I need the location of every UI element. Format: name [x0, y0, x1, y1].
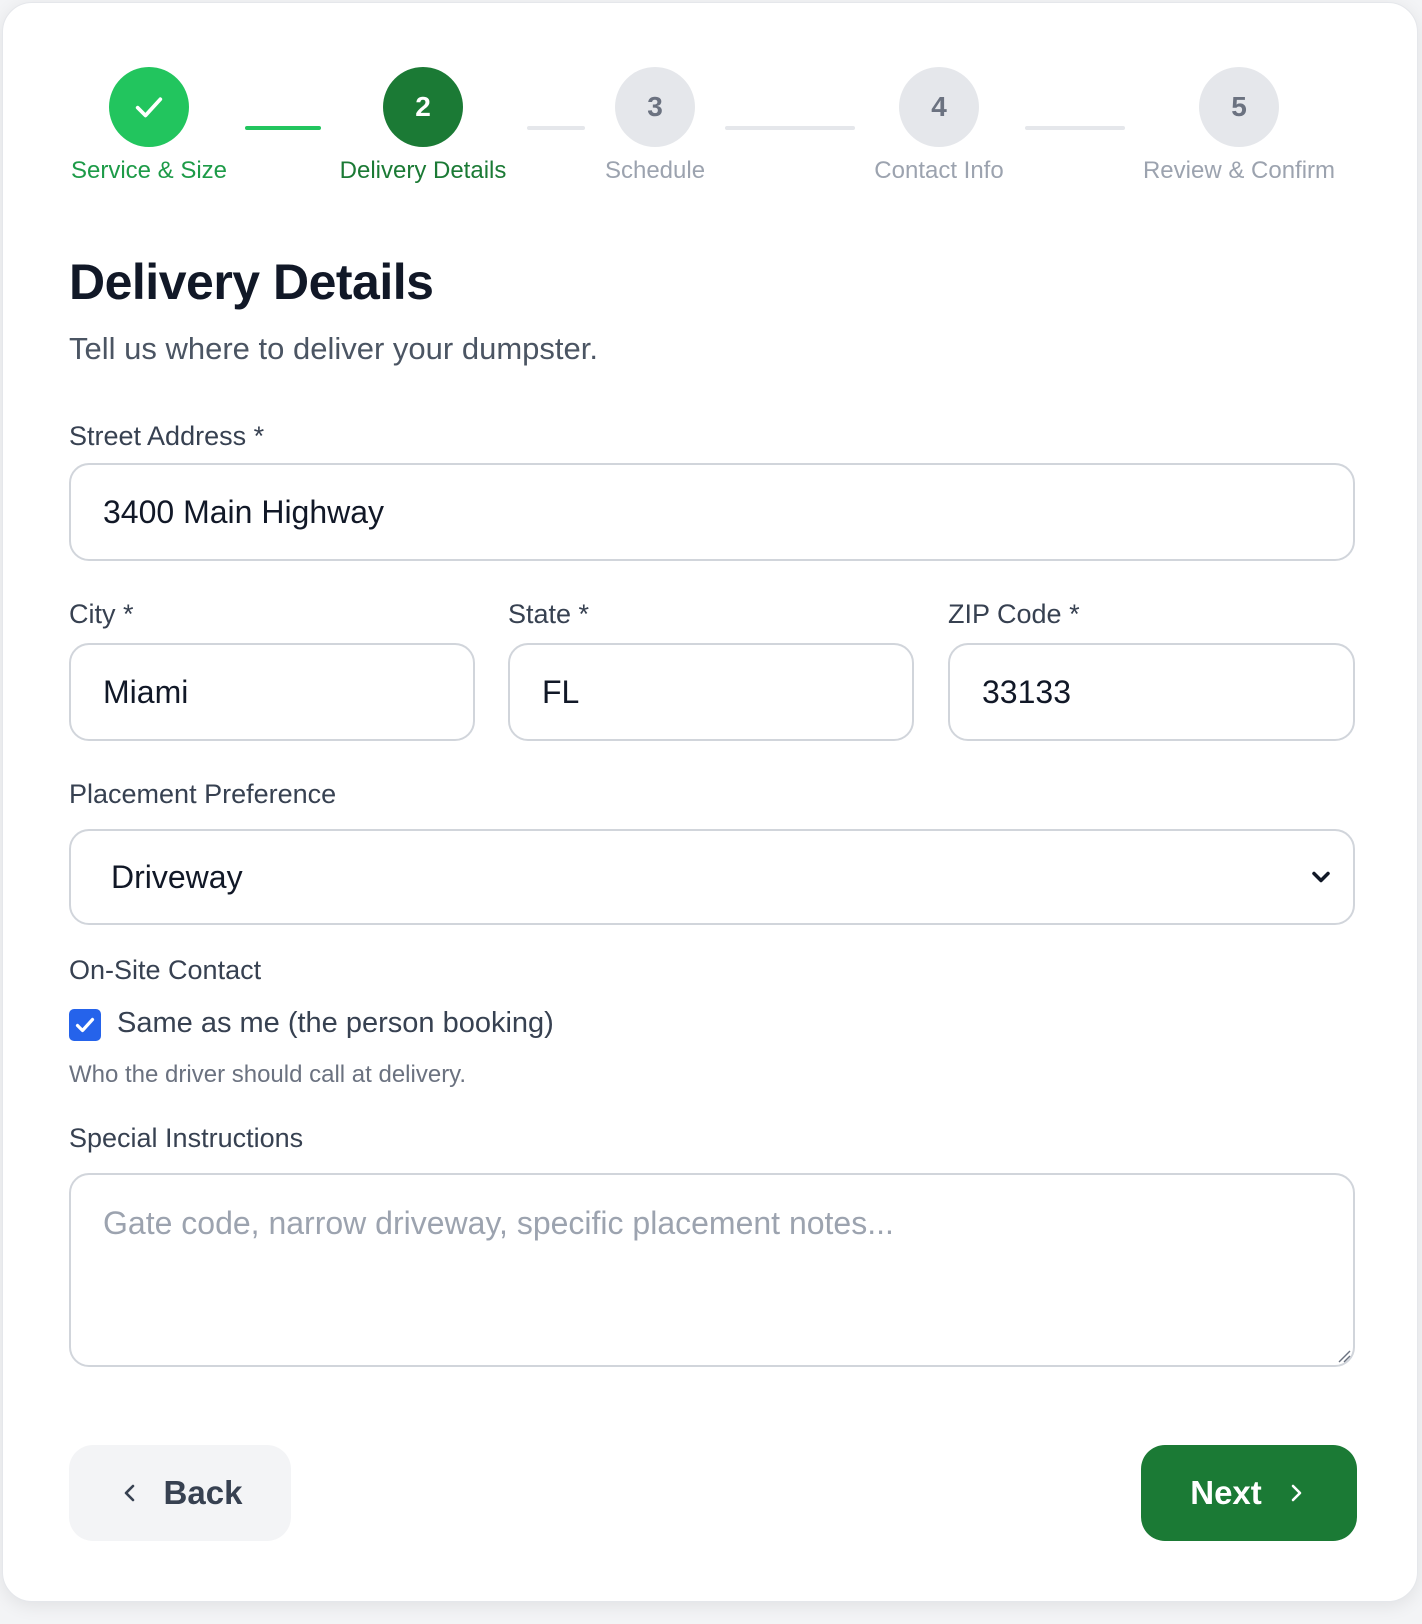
step-1-label: Service & Size — [70, 157, 228, 184]
check-icon — [75, 1017, 95, 1033]
step-connector-1 — [245, 126, 321, 130]
chevron-down-icon — [1312, 871, 1330, 883]
placement-selected-value: Driveway — [111, 858, 243, 895]
city-input[interactable] — [69, 643, 475, 741]
special-instructions-textarea[interactable] — [69, 1173, 1355, 1367]
step-5-label: Review & Confirm — [1142, 157, 1336, 184]
chevron-left-icon — [124, 1484, 134, 1502]
city-label: City * — [69, 599, 134, 629]
check-icon — [135, 97, 163, 118]
page-title: Delivery Details — [69, 254, 434, 310]
step-4-circle[interactable]: 4 — [899, 67, 979, 147]
placement-preference-label: Placement Preference — [69, 779, 337, 809]
on-site-contact-label: On-Site Contact — [69, 955, 262, 985]
same-as-me-label[interactable]: Same as me (the person booking) — [117, 1007, 554, 1040]
special-instructions-label: Special Instructions — [69, 1123, 304, 1153]
street-address-label: Street Address * — [69, 421, 265, 451]
page-subtitle: Tell us where to deliver your dumpster. — [69, 331, 598, 366]
resize-handle-icon[interactable] — [1337, 1349, 1351, 1363]
delivery-form-card: Service & Size 2 Delivery Details 3 Sche… — [2, 2, 1418, 1602]
step-3-label: Schedule — [604, 157, 706, 184]
step-4-label: Contact Info — [874, 157, 1004, 184]
on-site-contact-help: Who the driver should call at delivery. — [69, 1061, 467, 1088]
chevron-right-icon — [1291, 1484, 1302, 1502]
next-button-label: Next — [1190, 1474, 1262, 1511]
placement-preference-select[interactable]: Driveway — [69, 829, 1355, 925]
next-button[interactable]: Next — [1141, 1445, 1357, 1541]
state-label: State * — [508, 599, 590, 629]
step-connector-4 — [1025, 126, 1125, 130]
back-button-label: Back — [163, 1474, 243, 1511]
state-input[interactable] — [508, 643, 914, 741]
step-5-circle[interactable]: 5 — [1199, 67, 1279, 147]
zip-code-label: ZIP Code * — [948, 599, 1080, 629]
same-as-me-checkbox[interactable] — [69, 1009, 101, 1041]
step-2-label: Delivery Details — [339, 157, 507, 184]
zip-code-input[interactable] — [948, 643, 1355, 741]
step-connector-3 — [725, 126, 855, 130]
step-2-circle[interactable]: 2 — [383, 67, 463, 147]
step-1-circle[interactable] — [109, 67, 189, 147]
street-address-input[interactable] — [69, 463, 1355, 561]
step-3-circle[interactable]: 3 — [615, 67, 695, 147]
step-connector-2 — [527, 126, 585, 130]
back-button[interactable]: Back — [69, 1445, 291, 1541]
